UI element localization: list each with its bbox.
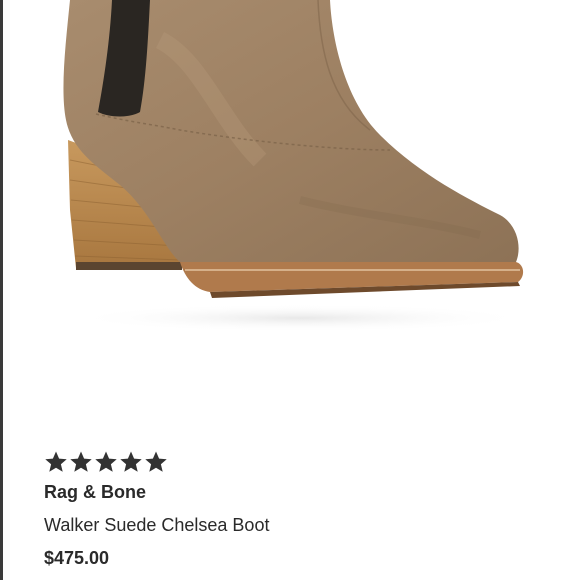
star-rating	[44, 448, 544, 476]
product-image[interactable]	[0, 0, 580, 440]
star-icon	[120, 451, 142, 472]
star-icon	[45, 451, 67, 472]
star-icon	[70, 451, 92, 472]
product-name[interactable]: Walker Suede Chelsea Boot	[44, 513, 544, 537]
product-card[interactable]: Rag & Bone Walker Suede Chelsea Boot $47…	[0, 0, 580, 580]
heel-tip	[76, 262, 182, 270]
product-brand[interactable]: Rag & Bone	[44, 480, 544, 504]
product-price: $475.00	[44, 548, 110, 568]
boot-shadow	[70, 304, 530, 332]
star-icon	[145, 451, 167, 472]
product-info: Rag & Bone Walker Suede Chelsea Boot $47…	[44, 448, 544, 570]
star-icon	[95, 451, 117, 472]
